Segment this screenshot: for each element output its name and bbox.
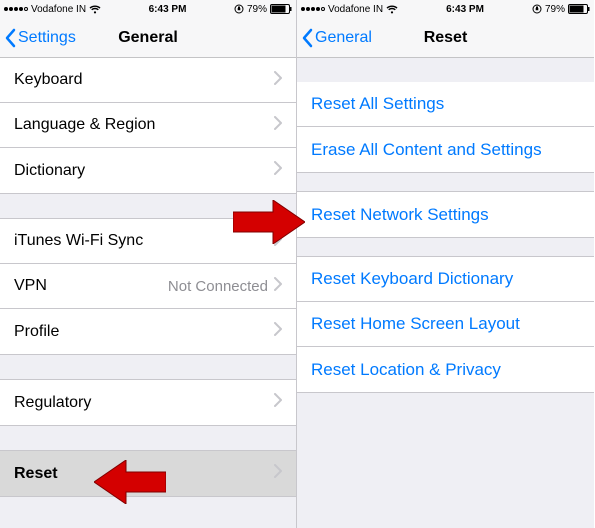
- chevron-right-icon: [274, 116, 282, 135]
- battery-label: 79%: [545, 4, 565, 15]
- row-profile[interactable]: Profile: [0, 309, 296, 354]
- row-keyboard[interactable]: Keyboard: [0, 58, 296, 103]
- content: Keyboard Language & Region Dictionary iT…: [0, 58, 296, 528]
- chevron-right-icon: [274, 464, 282, 483]
- row-label: Profile: [14, 323, 274, 341]
- nav-bar: Settings General: [0, 18, 296, 58]
- row-regulatory[interactable]: Regulatory: [0, 380, 296, 425]
- row-label: Reset Keyboard Dictionary: [311, 269, 580, 289]
- row-label: Regulatory: [14, 394, 274, 412]
- chevron-left-icon: [4, 28, 16, 48]
- row-vpn[interactable]: VPN Not Connected: [0, 264, 296, 309]
- signal-dots-icon: [301, 7, 325, 11]
- chevron-right-icon: [274, 322, 282, 341]
- chevron-right-icon: [274, 277, 282, 296]
- battery-label: 79%: [247, 4, 267, 15]
- row-label: Language & Region: [14, 116, 274, 134]
- chevron-right-icon: [274, 161, 282, 180]
- status-bar: Vodafone IN 6:43 PM 79%: [297, 0, 594, 18]
- row-label: VPN: [14, 277, 168, 295]
- battery-icon: [568, 4, 590, 14]
- annotation-arrow-right-icon: [233, 200, 305, 244]
- orientation-lock-icon: [532, 4, 542, 14]
- row-dictionary[interactable]: Dictionary: [0, 148, 296, 193]
- row-reset-network-settings[interactable]: Reset Network Settings: [297, 192, 594, 237]
- battery-icon: [270, 4, 292, 14]
- carrier-label: Vodafone IN: [31, 4, 86, 15]
- back-button[interactable]: General: [297, 28, 372, 48]
- wifi-icon: [89, 5, 101, 14]
- signal-dots-icon: [4, 7, 28, 11]
- chevron-right-icon: [274, 71, 282, 90]
- status-bar: Vodafone IN 6:43 PM 79%: [0, 0, 296, 18]
- row-reset-location-privacy[interactable]: Reset Location & Privacy: [297, 347, 594, 392]
- time-label: 6:43 PM: [446, 4, 484, 15]
- row-reset-keyboard-dictionary[interactable]: Reset Keyboard Dictionary: [297, 257, 594, 302]
- row-label: Reset Home Screen Layout: [311, 314, 580, 334]
- row-detail: Not Connected: [168, 278, 268, 295]
- wifi-icon: [386, 5, 398, 14]
- content: Reset All Settings Erase All Content and…: [297, 58, 594, 528]
- screen-reset: Vodafone IN 6:43 PM 79% General Reset Re…: [297, 0, 594, 528]
- back-label: General: [315, 29, 372, 47]
- row-label: Dictionary: [14, 162, 274, 180]
- nav-bar: General Reset: [297, 18, 594, 58]
- chevron-left-icon: [301, 28, 313, 48]
- row-label: Reset All Settings: [311, 94, 580, 114]
- row-reset-all-settings[interactable]: Reset All Settings: [297, 82, 594, 127]
- time-label: 6:43 PM: [149, 4, 187, 15]
- row-reset-home-screen[interactable]: Reset Home Screen Layout: [297, 302, 594, 347]
- carrier-label: Vodafone IN: [328, 4, 383, 15]
- back-label: Settings: [18, 29, 76, 47]
- back-button[interactable]: Settings: [0, 28, 76, 48]
- annotation-arrow-left-icon: [94, 460, 166, 504]
- screen-general: Vodafone IN 6:43 PM 79% Settings General…: [0, 0, 297, 528]
- row-label: Reset Network Settings: [311, 205, 580, 225]
- row-erase-all-content[interactable]: Erase All Content and Settings: [297, 127, 594, 172]
- row-label: Keyboard: [14, 71, 274, 89]
- row-label: Erase All Content and Settings: [311, 140, 580, 160]
- row-label: Reset Location & Privacy: [311, 360, 580, 380]
- chevron-right-icon: [274, 393, 282, 412]
- row-language-region[interactable]: Language & Region: [0, 103, 296, 148]
- orientation-lock-icon: [234, 4, 244, 14]
